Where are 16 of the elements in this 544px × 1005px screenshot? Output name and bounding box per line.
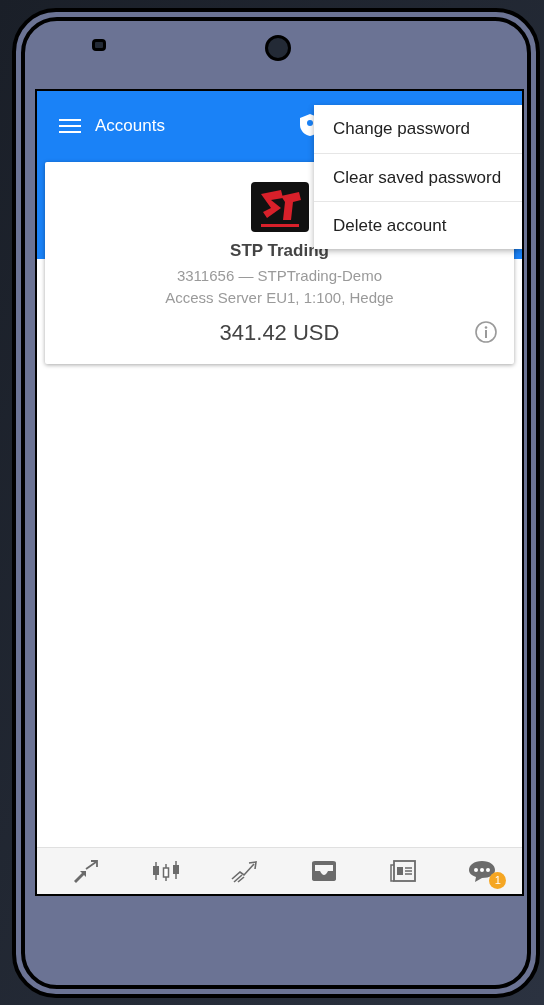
notification-badge: 1 bbox=[489, 872, 507, 889]
trend-chart-icon bbox=[229, 859, 260, 883]
menu-item[interactable]: Change password bbox=[314, 105, 522, 153]
candlestick-icon bbox=[150, 859, 181, 883]
info-icon[interactable] bbox=[474, 320, 498, 344]
menu-item[interactable]: Clear saved password bbox=[314, 153, 522, 201]
menu-item[interactable]: Delete account bbox=[314, 201, 522, 249]
camera-icon bbox=[265, 35, 291, 61]
broker-logo bbox=[250, 182, 309, 232]
sensor-icon bbox=[92, 39, 106, 51]
account-server: Access Server EU1, 1:100, Hedge bbox=[165, 288, 394, 308]
account-balance: 341.42 USD bbox=[219, 318, 340, 347]
newspaper-icon bbox=[388, 859, 419, 883]
toolbar-title: Accounts bbox=[95, 115, 165, 138]
menu-icon[interactable] bbox=[59, 118, 81, 134]
account-login: 3311656 — STPTrading-Demo bbox=[176, 265, 383, 286]
